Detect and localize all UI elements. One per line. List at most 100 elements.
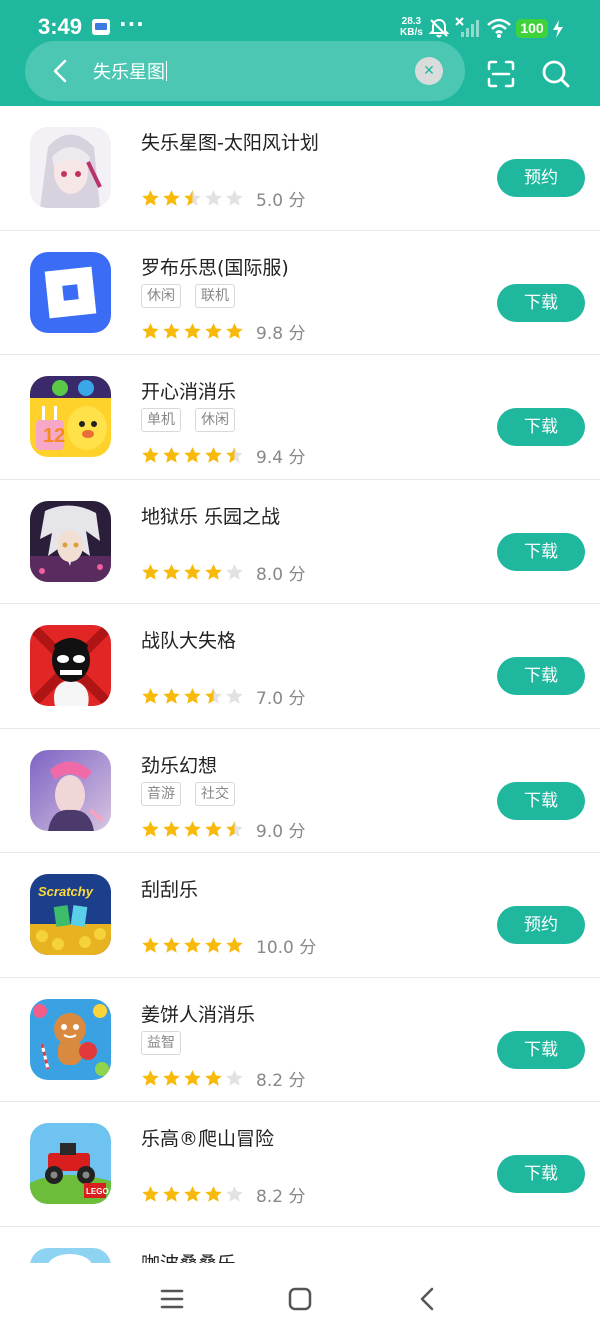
star-icon — [163, 688, 180, 704]
system-nav-bar — [0, 1263, 600, 1333]
app-list-item[interactable]: 地狱乐 乐园之战 8.0 分 下载 — [0, 480, 600, 604]
star-icon — [205, 1069, 222, 1086]
download-button[interactable]: 下载 — [497, 1155, 585, 1193]
search-bar[interactable]: 失乐星图 ✕ — [25, 41, 465, 101]
app-score: 9.8 分 — [256, 323, 306, 344]
download-button[interactable]: 下载 — [497, 781, 585, 820]
download-button[interactable]: 下载 — [497, 283, 585, 322]
star-icon — [142, 447, 159, 463]
reserve-button[interactable]: 预约 — [497, 906, 585, 944]
app-tags: 休闲 联机 — [141, 283, 235, 308]
download-button[interactable]: 下载 — [497, 408, 585, 446]
app-icon[interactable]: LEGO — [30, 1123, 111, 1204]
download-button[interactable]: 下载 — [497, 532, 585, 571]
star-icon — [142, 322, 159, 339]
app-rating: 8.2 分 — [141, 1182, 305, 1207]
star-rating — [141, 936, 244, 955]
app-score: 9.4 分 — [256, 448, 306, 468]
app-icon[interactable]: Scratchy — [30, 874, 111, 955]
app-list-item[interactable]: 罗布乐思(国际服) 休闲 联机 9.8 分 下载 — [0, 231, 600, 355]
star-rating — [141, 687, 244, 706]
app-icon[interactable] — [30, 998, 111, 1080]
app-list-item[interactable]: 12 开心消消乐 单机 休闲 9.4 分 下载 — [0, 355, 600, 480]
app-list-item[interactable]: 咖波叠叠乐 — [0, 1227, 600, 1263]
app-icon[interactable] — [30, 1247, 111, 1263]
star-icon — [163, 447, 180, 463]
star-icon — [142, 190, 159, 206]
app-list-item[interactable]: 劲乐幻想音游 社交 9.0 分 下载 — [0, 729, 600, 853]
star-icon — [163, 563, 180, 580]
star-icon — [184, 322, 201, 339]
svg-text:LEGO: LEGO — [86, 1187, 109, 1196]
star-icon — [184, 190, 201, 206]
menu-icon[interactable] — [158, 1285, 186, 1313]
app-icon[interactable] — [30, 251, 111, 333]
star-icon — [226, 190, 243, 206]
search-input[interactable]: 失乐星图 — [93, 58, 167, 84]
app-list-item[interactable]: 姜饼人消消乐 益智 8.2 分 下载 — [0, 978, 600, 1102]
star-icon — [142, 688, 159, 704]
no-signal-icon — [455, 17, 479, 37]
app-icon[interactable] — [30, 127, 111, 208]
search-result-list[interactable]: 失乐星图-太阳风计划 5.0 分预约 罗布乐思(国际服) 休闲 联机 9.8 分下载 12… — [0, 106, 600, 1263]
app-score: 8.2 分 — [256, 1070, 306, 1091]
clear-icon[interactable]: ✕ — [415, 57, 443, 85]
app-score: 10.0 分 — [256, 938, 317, 958]
app-icon[interactable]: 12 — [30, 376, 111, 457]
charging-icon — [553, 20, 563, 38]
home-icon[interactable] — [286, 1285, 314, 1313]
text-cursor — [166, 61, 167, 81]
notification-icon — [92, 19, 110, 35]
app-score: 8.0 分 — [256, 564, 306, 585]
app-list-item[interactable]: 战队大失格 7.0 分 下载 — [0, 604, 600, 729]
star-icon — [184, 937, 201, 953]
app-icon[interactable] — [30, 500, 111, 582]
app-rating: 10.0 分 — [141, 933, 316, 958]
header: 3:49 ··· 28.3 KB/s 100 失乐星图 ✕ — [0, 0, 600, 106]
app-rating: 5.0 分 — [141, 186, 305, 211]
app-rating: 9.0 分 — [141, 817, 305, 842]
reserve-button[interactable]: 预约 — [497, 159, 585, 197]
status-bar: 3:49 ··· 28.3 KB/s 100 — [0, 0, 600, 44]
app-tag: 音游 — [141, 781, 181, 806]
app-name: 刮刮乐 — [141, 879, 199, 901]
star-icon — [205, 1186, 222, 1202]
star-icon — [142, 1186, 159, 1202]
app-score: 5.0 分 — [256, 191, 306, 211]
search-icon[interactable] — [540, 58, 572, 90]
star-icon — [142, 1069, 159, 1086]
star-icon — [226, 688, 243, 704]
app-rating: 9.8 分 — [141, 319, 305, 344]
net-speed-unit: KB/s — [400, 27, 423, 38]
star-icon — [184, 563, 201, 580]
app-name: 开心消消乐 — [141, 381, 237, 403]
app-rating: 9.4 分 — [141, 443, 305, 468]
star-icon — [226, 1069, 243, 1086]
star-rating — [141, 820, 244, 839]
star-icon — [205, 937, 222, 953]
app-name: 姜饼人消消乐 — [141, 1003, 256, 1026]
star-icon — [142, 937, 159, 953]
app-list-item[interactable]: 失乐星图-太阳风计划 5.0 分 预约 — [0, 106, 600, 231]
mute-icon — [428, 18, 450, 38]
download-button[interactable]: 下载 — [497, 657, 585, 695]
app-list-item[interactable]: LEGO 乐高®爬山冒险 8.2 分 下载 — [0, 1102, 600, 1227]
star-icon — [205, 563, 222, 580]
star-icon — [163, 1186, 180, 1202]
app-tags: 益智 — [141, 1030, 181, 1055]
app-name: 战队大失格 — [141, 630, 237, 652]
back-icon[interactable] — [45, 55, 77, 87]
app-icon[interactable] — [30, 625, 111, 706]
download-button[interactable]: 下载 — [497, 1030, 585, 1069]
back-nav-icon[interactable] — [414, 1285, 442, 1313]
app-icon[interactable] — [30, 749, 111, 831]
star-icon — [184, 820, 201, 837]
app-tag: 社交 — [195, 781, 235, 806]
star-icon — [163, 1069, 180, 1086]
app-name: 劲乐幻想 — [141, 754, 218, 777]
app-list-item[interactable]: Scratchy 刮刮乐 10.0 分 预约 — [0, 853, 600, 978]
star-icon — [205, 688, 222, 704]
scan-icon[interactable] — [485, 58, 517, 90]
net-speed: 28.3 KB/s — [400, 16, 423, 38]
star-icon — [184, 1186, 201, 1202]
